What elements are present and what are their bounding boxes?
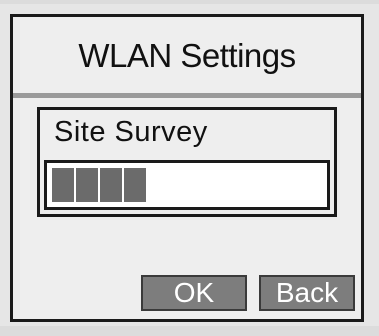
site-survey-label: Site Survey [54, 116, 208, 148]
screen-bezel-top [0, 0, 379, 4]
progress-segment [100, 168, 122, 202]
progress-segment [124, 168, 146, 202]
title-divider [13, 93, 361, 98]
wlan-settings-dialog: WLAN Settings Site Survey OK Back [10, 14, 364, 322]
progress-segment [52, 168, 74, 202]
dialog-title: WLAN Settings [78, 37, 296, 74]
progress-segment [76, 168, 98, 202]
screen-bezel-bottom [0, 326, 379, 336]
back-button[interactable]: Back [259, 275, 355, 311]
site-survey-progress-bar [44, 160, 330, 210]
device-screen: WLAN Settings Site Survey OK Back [0, 0, 379, 336]
progress-fill [52, 168, 146, 202]
site-survey-group: Site Survey [37, 107, 337, 217]
ok-button[interactable]: OK [141, 275, 247, 311]
